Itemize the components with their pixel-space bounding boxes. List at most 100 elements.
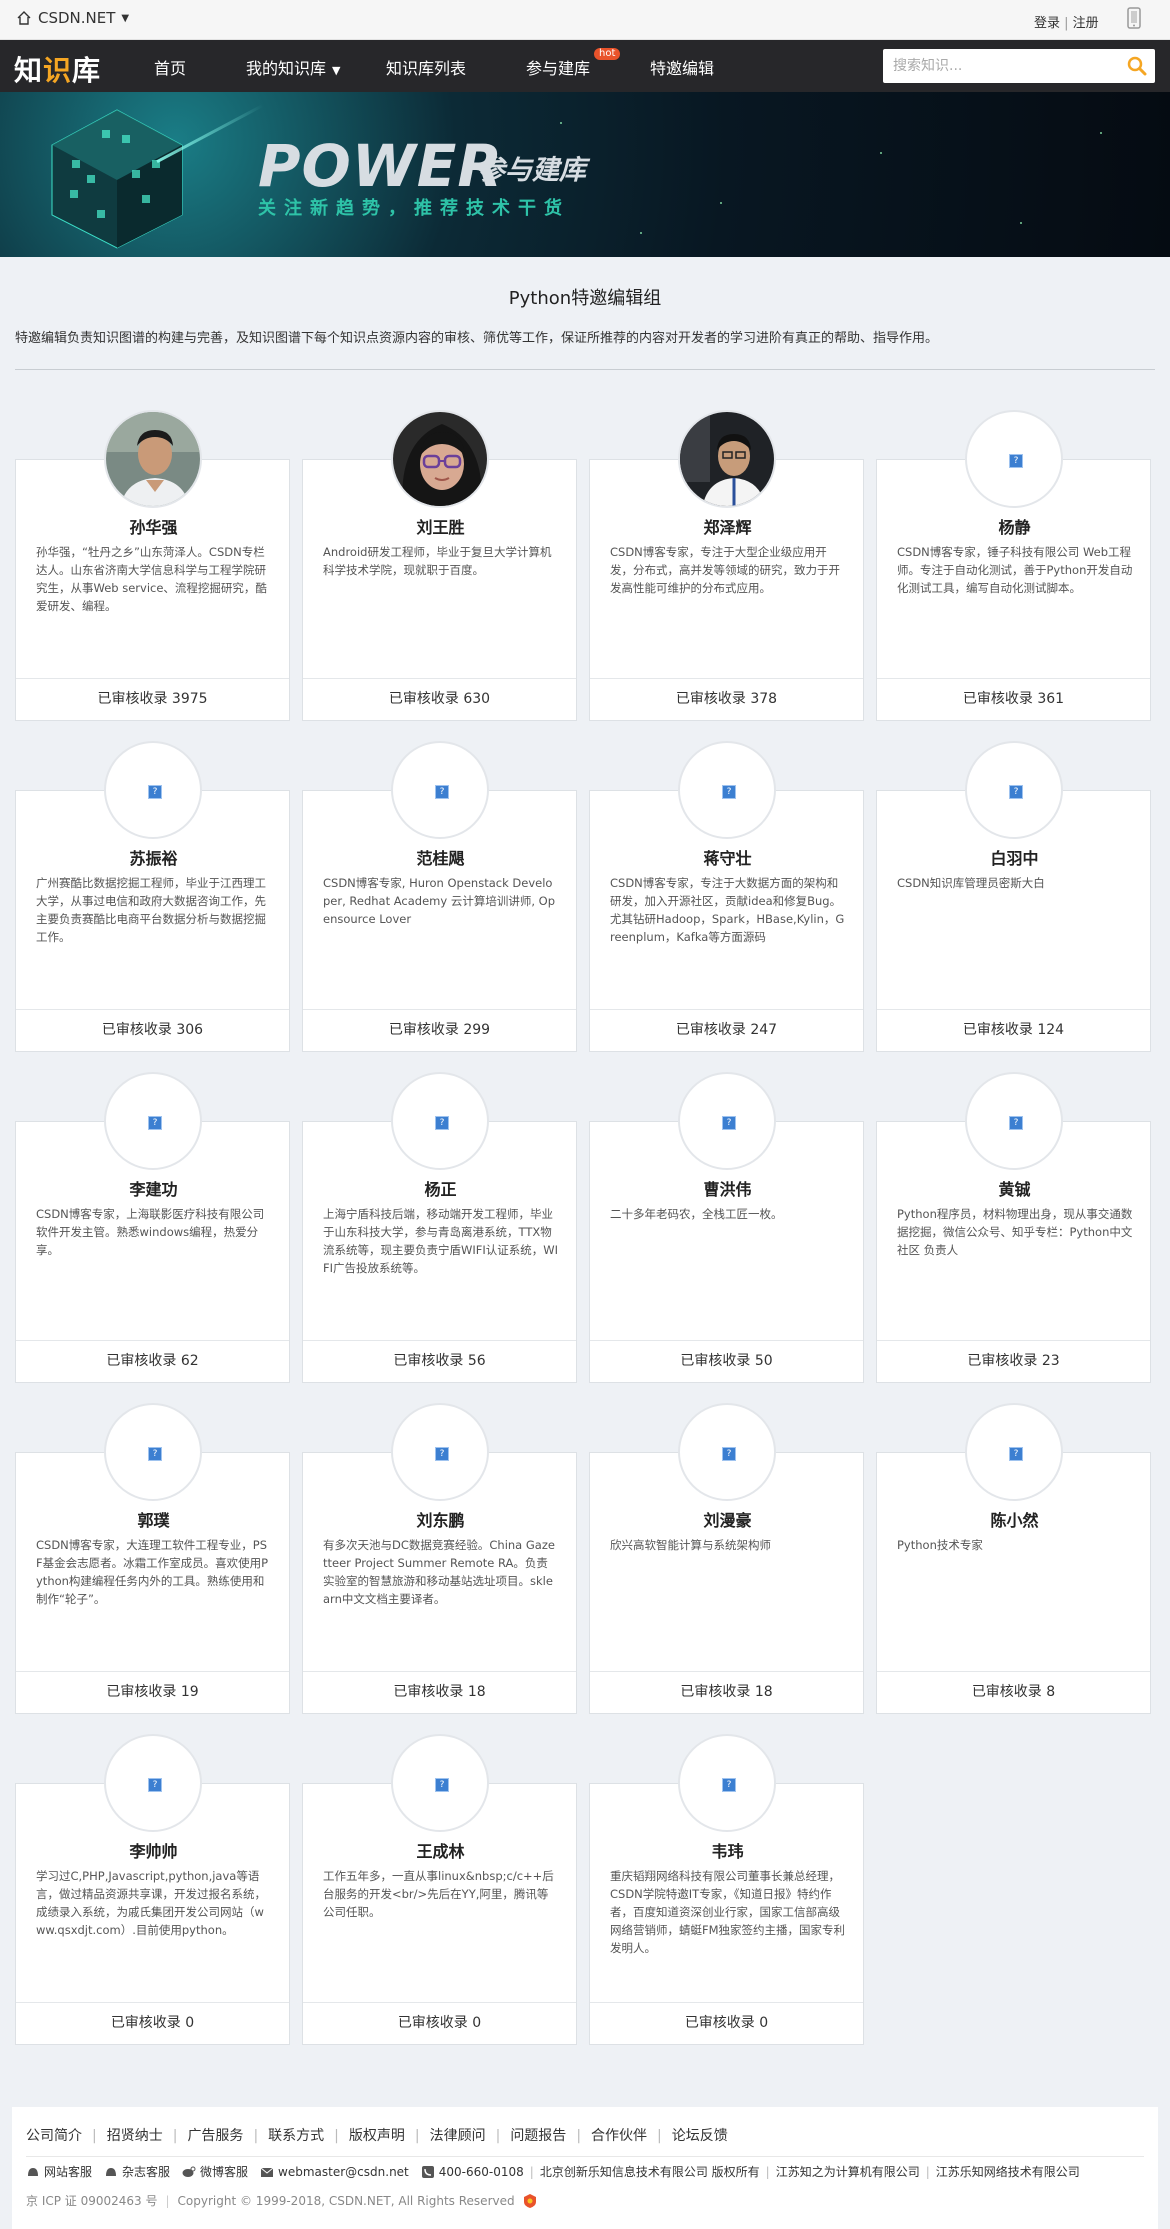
icp-number[interactable]: 京 ICP 证 09002463 号 xyxy=(26,2192,158,2209)
editor-card[interactable]: ? 王成林 工作五年多，一直从事linux&nbsp;c/c++后台服务的开发<br… xyxy=(302,1734,578,2045)
avatar[interactable] xyxy=(104,410,202,508)
service-icon xyxy=(106,2167,117,2176)
nav-item-home[interactable]: 首页 xyxy=(154,55,186,79)
footer-link[interactable]: 问题报告 xyxy=(510,2128,566,2144)
nav-item-my-library[interactable]: 我的知识库 ▼ xyxy=(246,55,340,79)
company-link[interactable]: 北京创新乐知信息技术有限公司 版权所有 xyxy=(540,2163,760,2180)
editor-name[interactable]: 刘王胜 xyxy=(303,514,578,538)
editor-card[interactable]: ? 苏振裕 广州赛酷比数据挖掘工程师，毕业于江西理工大学，从事过电信和政府大数据咨询… xyxy=(15,741,291,1052)
count-label: 已审核收录 xyxy=(388,1022,464,1038)
editor-bio: Python技术专家 xyxy=(897,1538,983,1552)
broken-image-icon: ? xyxy=(435,785,449,799)
auth-links: 登录 | 注册 xyxy=(1034,16,1099,31)
editor-name[interactable]: 黄铖 xyxy=(877,1176,1152,1200)
nav-item-participate[interactable]: 参与建库 xyxy=(526,55,590,79)
editor-name[interactable]: 郑泽辉 xyxy=(590,514,865,538)
editor-card[interactable]: ? 曹洪伟 二十多年老码农，全栈工匠一枚。 已审核收录 50 xyxy=(589,1072,865,1383)
editor-name[interactable]: 刘漫豪 xyxy=(590,1507,865,1531)
search-input[interactable] xyxy=(883,49,1113,83)
footer-link[interactable]: 招贤纳士 xyxy=(107,2128,163,2144)
footer-link[interactable]: 版权声明 xyxy=(349,2128,405,2144)
editor-card[interactable]: ? 杨正上海宁盾科技后端，移动端开发工程师，毕业于山东科技大学，参与青岛离港系统，… xyxy=(302,1072,578,1383)
editor-name[interactable]: 蒋守壮 xyxy=(590,845,865,869)
avatar[interactable]: ? xyxy=(678,741,776,839)
editor-name[interactable]: 李建功 xyxy=(16,1176,291,1200)
avatar[interactable]: ? xyxy=(391,1072,489,1170)
editor-card[interactable]: ? 韦玮 重庆韬翔网络科技有限公司董事长兼总经理，CSDN学院特邀IT专家，《知道日… xyxy=(589,1734,865,2045)
editor-card[interactable]: ? 范桂飓 CSDN博客专家, Huron Openstack Developer,… xyxy=(302,741,578,1052)
avatar[interactable]: ? xyxy=(678,1734,776,1832)
power-banner: POWER 参与建库 关注新趋势，推荐技术干货 xyxy=(0,92,1170,257)
editor-name[interactable]: 杨正 xyxy=(303,1176,578,1200)
nav-item-special-editors[interactable]: 特邀编辑 xyxy=(650,55,714,79)
editor-card[interactable]: ? 黄铖 Python程序员，材料物理出身，现从事交通数据挖掘，微信公众号、知乎专栏… xyxy=(876,1072,1152,1383)
mobile-icon[interactable] xyxy=(1124,6,1144,32)
editor-card[interactable]: ? 白羽中 CSDN知识库管理员密斯大白 已审核收录 124 xyxy=(876,741,1152,1052)
editor-card[interactable]: ? 李建功 CSDN博客专家，上海联影医疗科技有限公司软件开发主管。熟悉window… xyxy=(15,1072,291,1383)
editor-card[interactable]: ? 刘东鹏 有多次天池与DC数据竞赛经验。China Gazetteer Proje… xyxy=(302,1403,578,1714)
login-link[interactable]: 登录 xyxy=(1034,16,1060,31)
avatar[interactable]: ? xyxy=(965,1072,1063,1170)
police-badge-icon[interactable] xyxy=(523,2193,537,2209)
review-count: 已审核收录 0 xyxy=(303,2002,576,2044)
weibo-service-link[interactable]: 微博客服 xyxy=(182,2163,248,2180)
avatar[interactable]: ? xyxy=(104,1403,202,1501)
editor-bio: 上海宁盾科技后端，移动端开发工程师，毕业于山东科技大学，参与青岛离港系统，TTX… xyxy=(323,1207,559,1275)
avatar[interactable]: ? xyxy=(391,741,489,839)
footer-link[interactable]: 论坛反馈 xyxy=(672,2128,728,2144)
csdn-home-link[interactable]: CSDN.NET ▼ xyxy=(16,9,129,27)
editor-name[interactable]: 韦玮 xyxy=(590,1838,865,1862)
footer-link[interactable]: 广告服务 xyxy=(187,2128,243,2144)
editor-card[interactable]: ? 郭璞 CSDN博客专家，大连理工软件工程专业，PSF基金会志愿者。冰霜工作室成员… xyxy=(15,1403,291,1714)
company-link[interactable]: 江苏知之为计算机有限公司 xyxy=(776,2163,920,2180)
editor-card[interactable]: 刘王胜 Android研发工程师，毕业于复旦大学计算机科学技术学院，现就职于百度。… xyxy=(302,410,578,721)
editor-name[interactable]: 陈小然 xyxy=(877,1507,1152,1531)
avatar[interactable]: ? xyxy=(104,1072,202,1170)
avatar[interactable]: ? xyxy=(678,1072,776,1170)
editor-card[interactable]: ? 陈小然 Python技术专家 已审核收录 8 xyxy=(876,1403,1152,1714)
avatar[interactable]: ? xyxy=(104,1734,202,1832)
footer-link[interactable]: 法律顾问 xyxy=(430,2128,486,2144)
avatar[interactable] xyxy=(678,410,776,508)
footer-link[interactable]: 合作伙伴 xyxy=(591,2128,647,2144)
editor-card[interactable]: ? 杨静 CSDN博客专家，锤子科技有限公司 Web工程师。专注于自动化测试，善于P… xyxy=(876,410,1152,721)
footer-links: 公司简介 | 招贤纳士 | 广告服务 | 联系方式 | 版权声明 | 法律顾问 | 问题报告 | 合作伙伴 |… xyxy=(26,2128,728,2144)
avatar[interactable]: ? xyxy=(678,1403,776,1501)
register-link[interactable]: 注册 xyxy=(1073,16,1099,31)
editor-card[interactable]: ? 刘漫豪 欣兴高软智能计算与系统架构师 已审核收录 18 xyxy=(589,1403,865,1714)
magazine-service-link[interactable]: 杂志客服 xyxy=(104,2163,170,2180)
avatar[interactable]: ? xyxy=(391,1734,489,1832)
editor-card[interactable]: 孙华强 孙华强，“牡丹之乡”山东菏泽人。CSDN专栏达人。山东省济南大学信息科学与… xyxy=(15,410,291,721)
avatar[interactable]: ? xyxy=(965,410,1063,508)
contact-label: 网站客服 xyxy=(44,2165,93,2179)
editor-name[interactable]: 白羽中 xyxy=(877,845,1152,869)
editor-card[interactable]: ? 李帅帅 学习过C,PHP,Javascript,python,java等语言，做… xyxy=(15,1734,291,2045)
email-link[interactable]: webmaster@csdn.net xyxy=(260,2165,409,2179)
avatar[interactable]: ? xyxy=(965,1403,1063,1501)
footer-link[interactable]: 联系方式 xyxy=(268,2128,324,2144)
avatar[interactable]: ? xyxy=(391,1403,489,1501)
company-link[interactable]: 江苏乐知网络技术有限公司 xyxy=(936,2163,1080,2180)
avatar[interactable]: ? xyxy=(104,741,202,839)
search-icon[interactable] xyxy=(1127,56,1147,76)
editor-card[interactable]: ? 蒋守壮 CSDN博客专家，专注于大数据方面的架构和研发，加入开源社区，贡献ide… xyxy=(589,741,865,1052)
count-label: 已审核收录 xyxy=(684,2015,760,2031)
editor-name[interactable]: 曹洪伟 xyxy=(590,1176,865,1200)
editor-name[interactable]: 王成林 xyxy=(303,1838,578,1862)
divider xyxy=(26,2156,1144,2157)
footer-link[interactable]: 公司简介 xyxy=(26,2128,82,2144)
site-service-link[interactable]: 网站客服 xyxy=(26,2163,92,2180)
count-label: 已审核收录 xyxy=(110,2015,186,2031)
editor-name[interactable]: 范桂飓 xyxy=(303,845,578,869)
avatar[interactable]: ? xyxy=(965,741,1063,839)
editor-name[interactable]: 郭璞 xyxy=(16,1507,291,1531)
editor-card[interactable]: 郑泽辉 CSDN博客专家，专注于大型企业级应用开发，分布式，高并发等领域的研究，致… xyxy=(589,410,865,721)
editor-name[interactable]: 李帅帅 xyxy=(16,1838,291,1862)
editor-name[interactable]: 杨静 xyxy=(877,514,1152,538)
zhishiku-logo[interactable]: 知识库 xyxy=(14,49,101,89)
nav-item-library-list[interactable]: 知识库列表 xyxy=(386,55,466,79)
editor-name[interactable]: 刘东鹏 xyxy=(303,1507,578,1531)
avatar[interactable] xyxy=(391,410,489,508)
editor-name[interactable]: 孙华强 xyxy=(16,514,291,538)
editor-name[interactable]: 苏振裕 xyxy=(16,845,291,869)
